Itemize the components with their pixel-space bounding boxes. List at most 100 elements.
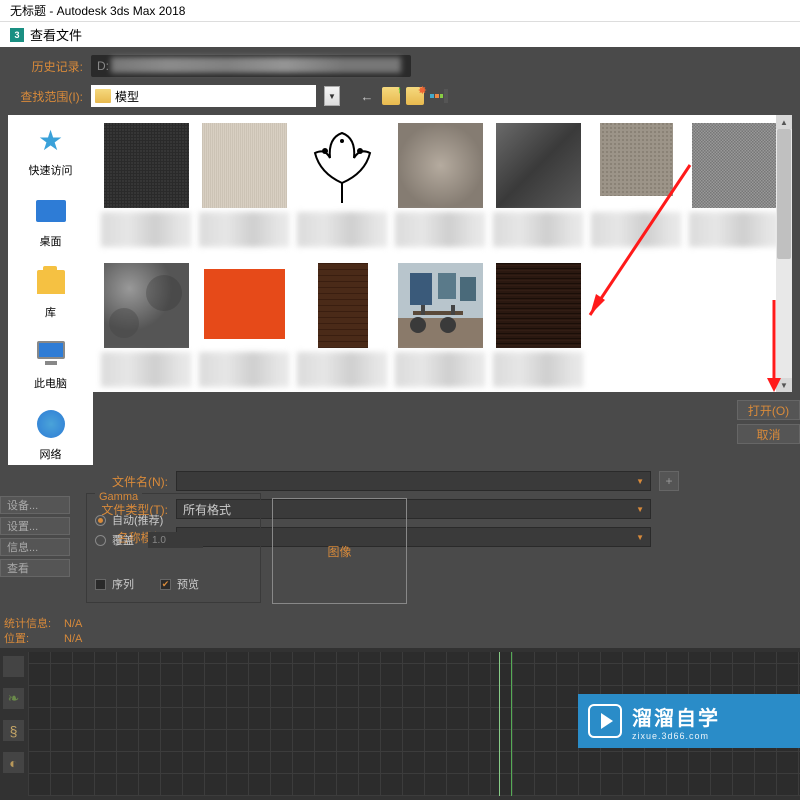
back-icon[interactable]: ← [358, 87, 376, 105]
radio-icon [95, 515, 106, 526]
add-button[interactable]: + [659, 471, 679, 491]
settings-button[interactable]: 设置... [0, 517, 70, 535]
dialog-title: 查看文件 [30, 25, 82, 44]
texture-thumbnail-icon [202, 263, 287, 348]
gamma-override-radio[interactable]: 覆盖 1.0 [95, 532, 252, 548]
preview-box: 图像 [272, 498, 407, 604]
texture-thumbnail-icon [594, 123, 679, 208]
info-button[interactable]: 信息... [0, 538, 70, 556]
file-thumb[interactable] [591, 123, 681, 251]
file-thumb[interactable] [199, 123, 289, 251]
timeline-toolbar: ❧ § ◐ [3, 656, 24, 773]
file-label-blur [297, 352, 387, 387]
filename-label: 文件名(N): [93, 473, 168, 490]
texture-thumbnail-icon [300, 123, 385, 208]
sidebar-item-label: 桌面 [40, 233, 62, 249]
radio-icon [95, 535, 106, 546]
loc-label: 位置: [4, 632, 64, 647]
up-folder-icon[interactable]: ↑ [382, 87, 400, 105]
lookin-label: 查找范围(I): [8, 88, 83, 105]
curl-tool-icon[interactable]: § [3, 720, 24, 741]
file-thumb[interactable] [493, 263, 583, 391]
gamma-auto-radio[interactable]: 自动(推荐) [95, 512, 252, 528]
chevron-down-icon: ▼ [636, 505, 644, 514]
preview-checkbox[interactable]: ✔ 预览 [160, 576, 199, 592]
pc-icon [34, 336, 68, 370]
places-sidebar: ★ 快速访问 桌面 库 此电脑 网络 [8, 115, 93, 465]
thumbnail-grid [93, 115, 792, 392]
lookin-dropdown[interactable]: 模型 [91, 85, 316, 107]
scroll-up-icon[interactable]: ▲ [776, 115, 792, 129]
file-thumb[interactable] [297, 123, 387, 251]
action-buttons: 打开(O) 取消 [737, 400, 800, 444]
file-thumb[interactable] [199, 263, 289, 391]
file-thumb[interactable] [395, 263, 485, 391]
sidebar-item-network[interactable]: 网络 [34, 407, 68, 462]
file-thumb[interactable] [395, 123, 485, 251]
open-button[interactable]: 打开(O) [737, 400, 800, 420]
texture-thumbnail-icon [398, 263, 483, 348]
max-logo-icon: 3 [10, 28, 24, 42]
timeline-marker[interactable] [499, 652, 500, 796]
file-thumb[interactable] [101, 263, 191, 391]
file-label-blur [493, 352, 583, 387]
new-folder-icon[interactable]: ✸ [406, 87, 424, 105]
stat-value: N/A [64, 618, 82, 630]
scroll-thumb[interactable] [777, 129, 791, 259]
file-thumb[interactable] [493, 123, 583, 251]
gamma-title: Gamma [95, 491, 142, 503]
file-label-blur [395, 352, 485, 387]
sidebar-item-label: 库 [45, 304, 56, 320]
texture-thumbnail-icon [692, 123, 777, 208]
timeline-marker[interactable] [511, 652, 512, 796]
history-path-blur [111, 57, 401, 73]
dialog-body: 历史记录: D: 查找范围(I): 模型 ▼ ← ↑ ✸ [0, 47, 800, 563]
lookin-dropdown-arrow[interactable]: ▼ [324, 86, 340, 106]
spiral-tool-icon[interactable]: ◐ [3, 752, 24, 773]
device-button[interactable]: 设备... [0, 496, 70, 514]
file-label-blur [395, 212, 485, 247]
texture-thumbnail-icon [300, 263, 385, 348]
watermark-badge: 溜溜自学 zixue.3d66.com [578, 694, 800, 748]
filename-input[interactable]: ▼ [176, 471, 651, 491]
view-button[interactable]: 查看 [0, 559, 70, 577]
leaf-tool-icon[interactable]: ❧ [3, 688, 24, 709]
history-value: D: [97, 59, 109, 73]
texture-thumbnail-icon [202, 123, 287, 208]
file-label-blur [199, 212, 289, 247]
checkbox-icon [95, 579, 106, 590]
sidebar-item-thispc[interactable]: 此电脑 [34, 336, 68, 391]
sidebar-item-quickaccess[interactable]: ★ 快速访问 [29, 123, 73, 178]
chevron-down-icon: ▼ [636, 533, 644, 542]
view-menu-icon[interactable] [430, 87, 448, 105]
scroll-down-icon[interactable]: ▼ [776, 378, 792, 392]
sidebar-item-label: 此电脑 [34, 375, 67, 391]
texture-thumbnail-icon [104, 263, 189, 348]
gamma-panel: Gamma 自动(推荐) 覆盖 1.0 序列 ✔ 预览 [86, 493, 261, 603]
select-tool-icon[interactable] [3, 656, 24, 677]
sequence-checkbox[interactable]: 序列 [95, 576, 134, 592]
file-thumb[interactable] [297, 263, 387, 391]
file-thumb[interactable] [689, 123, 779, 251]
gamma-value-spinner[interactable]: 1.0 [148, 532, 203, 548]
file-scrollbar[interactable]: ▲ ▼ [776, 115, 792, 392]
texture-thumbnail-icon [496, 263, 581, 348]
sidebar-item-library[interactable]: 库 [34, 265, 68, 320]
preview-label: 图像 [327, 543, 351, 560]
sidebar-item-label: 网络 [40, 446, 62, 462]
sidebar-item-label: 快速访问 [29, 162, 73, 178]
texture-thumbnail-icon [104, 123, 189, 208]
checkbox-icon: ✔ [160, 579, 171, 590]
texture-thumbnail-icon [398, 123, 483, 208]
history-dropdown[interactable]: D: [91, 55, 411, 77]
sidebar-item-desktop[interactable]: 桌面 [34, 194, 68, 249]
play-logo-icon [588, 704, 622, 738]
folder-icon [95, 89, 111, 103]
file-thumb[interactable] [101, 123, 191, 251]
lookin-value: 模型 [115, 88, 312, 105]
file-list-pane: ▲ ▼ [93, 115, 792, 392]
stats-area: 统计信息:N/A 位置:N/A [4, 617, 82, 647]
star-icon: ★ [34, 123, 68, 157]
file-label-blur [297, 212, 387, 247]
cancel-button[interactable]: 取消 [737, 424, 800, 444]
